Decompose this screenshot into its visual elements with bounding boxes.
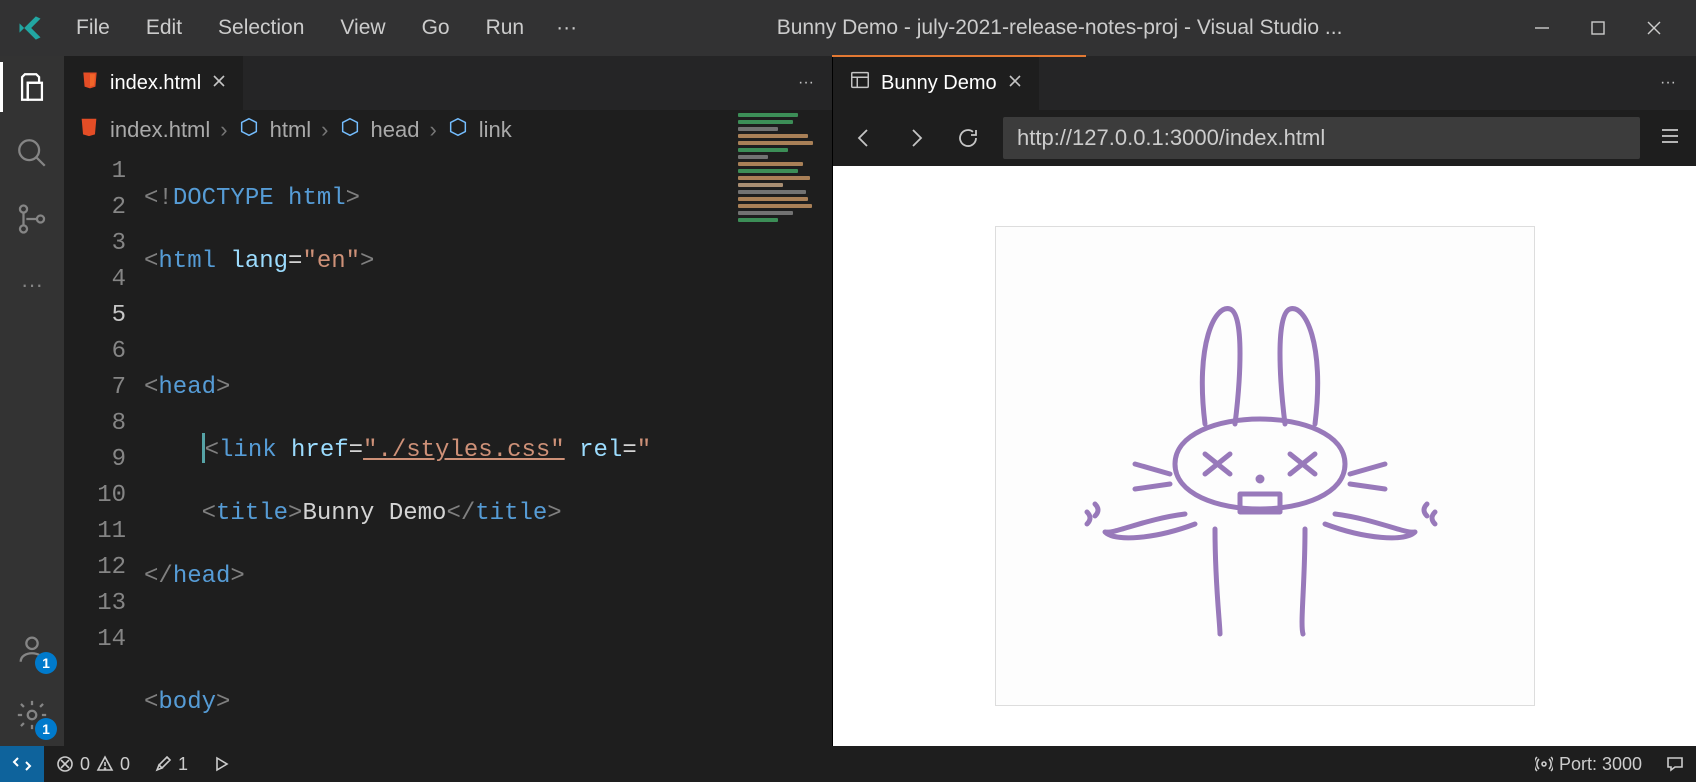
maximize-button[interactable] <box>1586 16 1610 40</box>
menu-view[interactable]: View <box>324 10 401 46</box>
port-status[interactable]: Port: 3000 <box>1523 754 1654 775</box>
browser-forward-button[interactable] <box>899 121 933 155</box>
editor-overflow-icon[interactable]: ··· <box>798 74 814 92</box>
remote-button[interactable] <box>0 746 44 782</box>
menu-selection[interactable]: Selection <box>202 10 320 46</box>
preview-tabs: Bunny Demo ··· <box>833 56 1696 110</box>
source-control-icon[interactable] <box>13 200 51 238</box>
main-menu: File Edit Selection View Go Run ··· <box>60 10 589 46</box>
accounts-badge: 1 <box>35 652 57 674</box>
feedback-icon[interactable] <box>1654 755 1696 773</box>
symbol-icon <box>339 116 361 144</box>
menu-edit[interactable]: Edit <box>130 10 198 46</box>
status-bar: 0 0 1 Port: 3000 <box>0 746 1696 782</box>
chevron-right-icon: › <box>220 117 227 143</box>
search-icon[interactable] <box>13 134 51 172</box>
tab-bunny-demo[interactable]: Bunny Demo <box>833 56 1040 110</box>
minimap[interactable] <box>732 110 832 350</box>
editor-overflow-icon[interactable]: ··· <box>1660 74 1676 92</box>
titlebar: File Edit Selection View Go Run ··· Bunn… <box>0 0 1696 56</box>
problems-status[interactable]: 0 0 <box>44 754 142 775</box>
title-accent <box>832 55 1086 57</box>
settings-badge: 1 <box>35 718 57 740</box>
url-input[interactable] <box>1003 117 1640 159</box>
more-icon[interactable]: ··· <box>13 266 51 304</box>
left-editor: index.html ··· index.html › html › he <box>64 56 832 746</box>
html5-file-icon <box>80 70 100 96</box>
breadcrumb[interactable]: index.html › html › head › link <box>64 110 832 150</box>
symbol-icon <box>238 116 260 144</box>
activity-bar: ··· 1 1 <box>0 56 64 746</box>
breadcrumb-file[interactable]: index.html <box>110 117 210 143</box>
preview-canvas <box>995 226 1535 706</box>
debug-status[interactable] <box>200 755 242 773</box>
main-area: ··· 1 1 index.html <box>0 56 1696 746</box>
menu-run[interactable]: Run <box>470 10 541 46</box>
symbol-icon <box>447 116 469 144</box>
browser-menu-icon[interactable] <box>1658 124 1682 153</box>
browser-reload-button[interactable] <box>951 121 985 155</box>
menu-overflow-icon[interactable]: ··· <box>544 10 589 46</box>
window-controls <box>1530 16 1696 40</box>
settings-gear-icon[interactable]: 1 <box>13 696 51 734</box>
explorer-icon[interactable] <box>13 68 51 106</box>
breadcrumb-link[interactable]: link <box>479 117 512 143</box>
menu-file[interactable]: File <box>60 10 126 46</box>
browser-back-button[interactable] <box>847 121 881 155</box>
browser-toolbar <box>833 110 1696 166</box>
minimize-button[interactable] <box>1530 16 1554 40</box>
tab-label: Bunny Demo <box>881 72 997 95</box>
tab-close-icon[interactable] <box>211 72 227 95</box>
html5-icon <box>78 116 100 144</box>
tab-label: index.html <box>110 72 201 95</box>
tab-close-icon[interactable] <box>1007 72 1023 95</box>
accounts-icon[interactable]: 1 <box>13 630 51 668</box>
tab-index-html[interactable]: index.html <box>64 56 244 110</box>
preview-pane <box>833 166 1696 746</box>
chevron-right-icon: › <box>429 117 436 143</box>
window-title: Bunny Demo - july-2021-release-notes-pro… <box>589 16 1530 40</box>
close-button[interactable] <box>1642 16 1666 40</box>
right-editor: Bunny Demo ··· <box>832 56 1696 746</box>
chevron-right-icon: › <box>321 117 328 143</box>
breadcrumb-head[interactable]: head <box>371 117 420 143</box>
breadcrumb-html[interactable]: html <box>270 117 312 143</box>
editor-actions: ··· <box>798 56 832 110</box>
tools-status[interactable]: 1 <box>142 754 200 775</box>
editor-tabs: index.html ··· <box>64 56 832 110</box>
editor-group: index.html ··· index.html › html › he <box>64 56 1696 746</box>
preview-icon <box>849 69 871 97</box>
code-editor[interactable]: 1 2 3 4 5 6 7 8 9 10 11 12 13 14 <!DOCTY… <box>64 150 832 746</box>
line-gutter: 1 2 3 4 5 6 7 8 9 10 11 12 13 14 <box>64 150 144 658</box>
vscode-logo-icon <box>0 14 60 42</box>
bunny-image <box>1075 284 1455 649</box>
menu-go[interactable]: Go <box>406 10 466 46</box>
code-lines: <!DOCTYPE html> <html lang="en"> <head> … <box>144 154 651 746</box>
